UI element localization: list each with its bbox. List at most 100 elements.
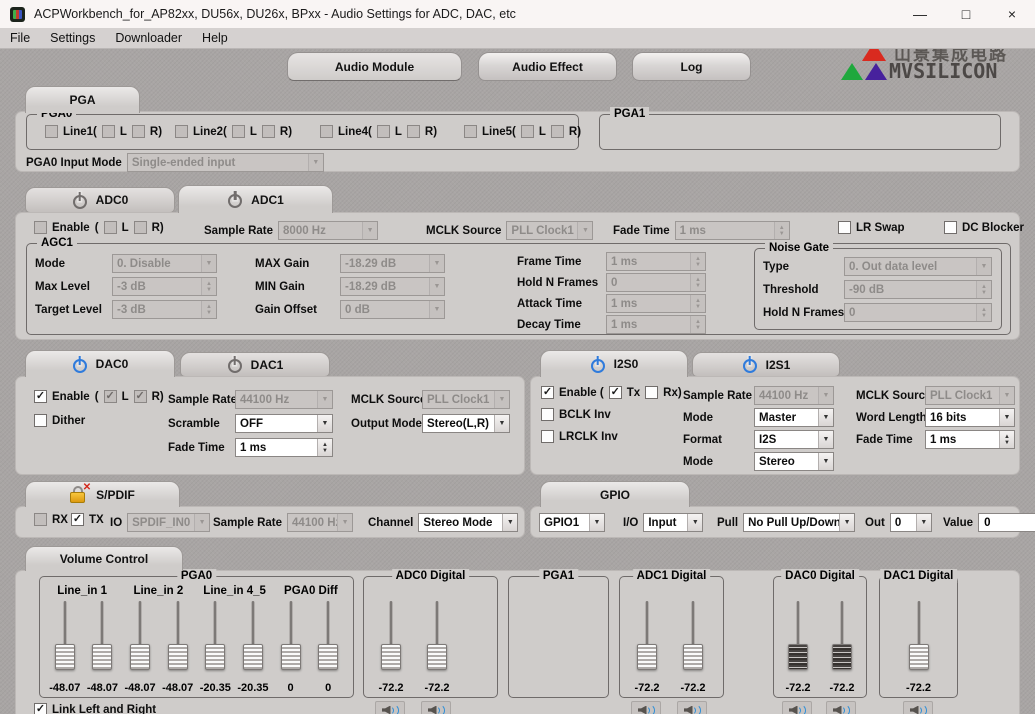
gpio-io-select[interactable]: Input▼ [643,513,703,532]
dropdown-arrow-icon[interactable]: ▼ [999,409,1014,426]
tab-volume-control[interactable]: Volume Control [25,546,183,571]
mute-button[interactable] [631,701,661,714]
lrclk-inv-checkbox[interactable]: ✓ [541,430,554,443]
dropdown-arrow-icon[interactable]: ▼ [818,409,833,426]
slider-thumb[interactable] [381,644,401,670]
dither-checkbox[interactable]: ✓ [34,414,47,427]
i2s-rx-checkbox[interactable]: ✓ [645,386,658,399]
i2s-enable-checkbox[interactable]: ✓ [541,386,554,399]
tab-audio-module[interactable]: Audio Module [287,52,462,81]
mute-button[interactable] [421,701,451,714]
channel-select[interactable]: Stereo Mode▼ [418,513,518,532]
slider-thumb[interactable] [909,644,929,670]
dropdown-arrow-icon[interactable]: ▼ [916,514,931,531]
mute-button[interactable] [903,701,933,714]
tab-i2s1[interactable]: I2S1 [692,352,840,377]
spdif-rx-label: RX [52,514,68,526]
slider-thumb[interactable] [318,644,338,670]
slider-thumb[interactable] [92,644,112,670]
spinner-down-icon[interactable]: ▼ [1004,440,1010,446]
slider-thumb[interactable] [55,644,75,670]
gpio-pin-select[interactable]: GPIO1▼ [539,513,605,532]
lr-swap-checkbox[interactable]: ✓ [838,221,851,234]
slider-thumb[interactable] [130,644,150,670]
volume-slider[interactable] [197,599,235,675]
volume-slider[interactable] [820,599,864,675]
link-left-right-checkbox[interactable]: ✓ [34,703,47,714]
volume-slider[interactable] [414,599,460,675]
i2s-format-select[interactable]: I2S▼ [754,430,834,449]
spinner-down-icon[interactable]: ▼ [322,448,328,454]
dropdown-arrow-icon[interactable]: ▼ [687,514,702,531]
close-button[interactable]: × [989,0,1035,28]
dropdown-arrow-icon[interactable]: ▼ [589,514,604,531]
volume-slider[interactable] [121,599,159,675]
i2s-tx-checkbox[interactable]: ✓ [609,386,622,399]
dac-enable-checkbox[interactable]: ✓ [34,390,47,403]
gpio-value-input[interactable]: 0 [978,513,1035,532]
i2s-channel-mode-select[interactable]: Stereo▼ [754,452,834,471]
slider-value: -20.35 [234,682,272,694]
dropdown-arrow-icon[interactable]: ▼ [317,415,332,432]
volume-slider[interactable] [884,599,953,675]
slider-thumb[interactable] [281,644,301,670]
minimize-button[interactable]: — [897,0,943,28]
volume-slider[interactable] [309,599,347,675]
adc-mclk-select: PLL Clock1 ▼ [506,221,593,240]
slider-thumb[interactable] [427,644,447,670]
volume-slider[interactable] [272,599,310,675]
tab-adc0[interactable]: ADC0 [25,187,175,213]
volume-slider[interactable] [368,599,414,675]
dropdown-arrow-icon[interactable]: ▼ [494,415,509,432]
slider-thumb[interactable] [637,644,657,670]
menu-settings[interactable]: Settings [40,31,105,45]
i2s-fade-spinner[interactable]: 1 ms▲▼ [925,430,1015,449]
mute-button[interactable] [677,701,707,714]
word-length-select[interactable]: 16 bits▼ [925,408,1015,427]
dc-blocker-checkbox[interactable]: ✓ [944,221,957,234]
dropdown-arrow-icon[interactable]: ▼ [818,453,833,470]
i2s-mode-select[interactable]: Master▼ [754,408,834,427]
slider-thumb[interactable] [832,644,852,670]
tab-i2s0-label: I2S0 [614,357,639,371]
mute-button[interactable] [782,701,812,714]
volume-slider[interactable] [234,599,272,675]
tab-pga[interactable]: PGA [25,86,140,113]
gpio-out-select[interactable]: 0▼ [890,513,932,532]
output-mode-select[interactable]: Stereo(L,R)▼ [422,414,510,433]
slider-thumb[interactable] [683,644,703,670]
tab-adc1[interactable]: ADC1 [178,185,333,213]
volume-slider[interactable] [670,599,716,675]
tab-gpio[interactable]: GPIO [540,481,690,507]
scramble-select[interactable]: OFF▼ [235,414,333,433]
volume-slider[interactable] [776,599,820,675]
bclk-inv-checkbox[interactable]: ✓ [541,408,554,421]
tab-spdif[interactable]: ✕ S/PDIF [25,481,180,507]
tab-log[interactable]: Log [632,52,751,81]
dropdown-arrow-icon: ▼ [429,278,444,295]
slider-thumb[interactable] [205,644,225,670]
menu-file[interactable]: File [0,31,40,45]
tab-audio-effect[interactable]: Audio Effect [478,52,617,81]
volume-slider[interactable] [46,599,84,675]
slider-thumb[interactable] [788,644,808,670]
dac-fade-spinner[interactable]: 1 ms▲▼ [235,438,333,457]
volume-slider[interactable] [624,599,670,675]
menu-downloader[interactable]: Downloader [105,31,192,45]
maximize-button[interactable]: □ [943,0,989,28]
tab-dac0[interactable]: DAC0 [25,350,175,377]
menu-help[interactable]: Help [192,31,238,45]
mute-button[interactable] [375,701,405,714]
dropdown-arrow-icon[interactable]: ▼ [502,514,517,531]
tab-i2s0[interactable]: I2S0 [540,350,688,377]
tab-dac1[interactable]: DAC1 [180,352,330,377]
spdif-tx-checkbox[interactable]: ✓ [71,513,84,526]
slider-thumb[interactable] [243,644,263,670]
dropdown-arrow-icon[interactable]: ▼ [839,514,854,531]
volume-slider[interactable] [84,599,122,675]
gpio-pull-select[interactable]: No Pull Up/Down▼ [743,513,855,532]
slider-thumb[interactable] [168,644,188,670]
dropdown-arrow-icon[interactable]: ▼ [818,431,833,448]
volume-slider[interactable] [159,599,197,675]
mute-button[interactable] [826,701,856,714]
